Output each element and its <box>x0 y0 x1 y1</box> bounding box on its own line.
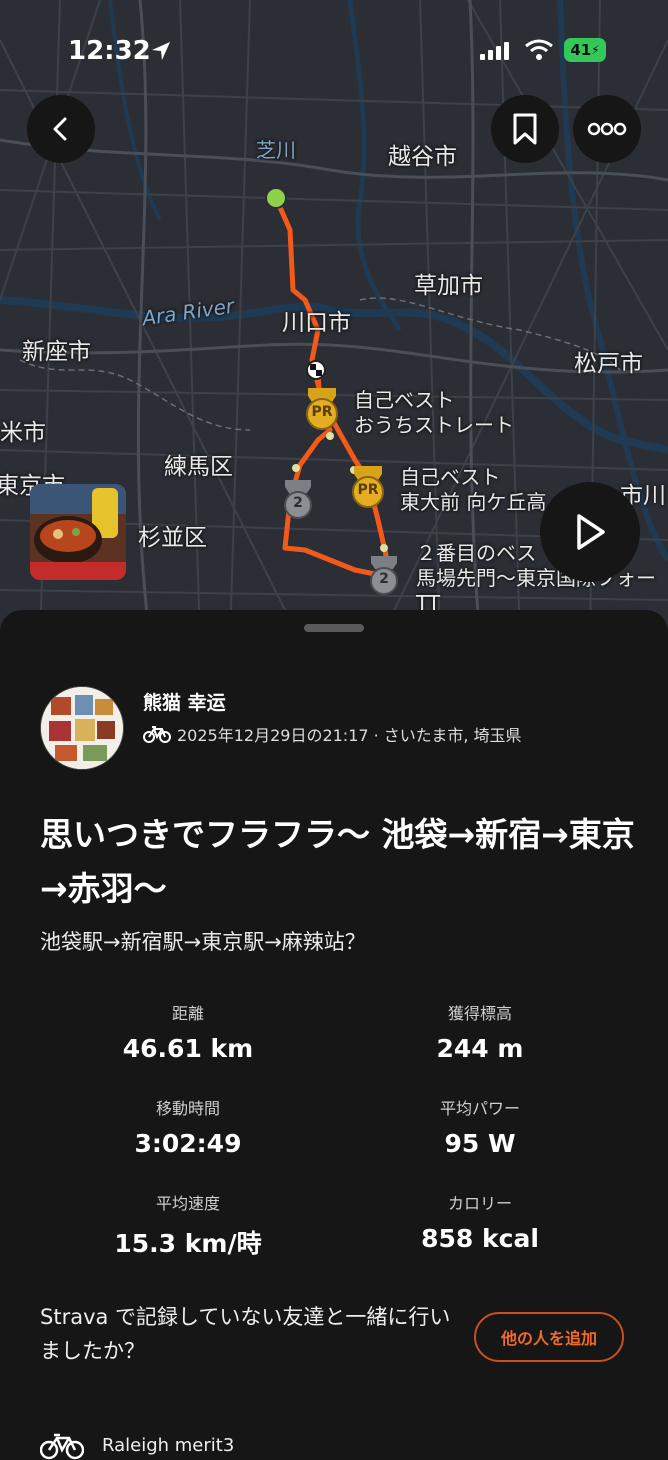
battery-indicator: 41 ⚡ <box>564 38 606 62</box>
activity-description: 池袋駅→新宿駅→東京駅→麻辣站？ <box>40 930 366 954</box>
stat-distance: 距離 46.61 km <box>38 1000 338 1063</box>
wifi-icon <box>525 39 553 60</box>
map-label-suginami: 杉並区 <box>138 525 207 551</box>
stat-value: 3:02:49 <box>134 1129 242 1158</box>
stat-value: 244 m <box>436 1034 524 1063</box>
map-label-kome: 米市 <box>0 420 46 446</box>
map-label-niiza: 新座市 <box>22 339 91 365</box>
start-marker <box>265 187 287 209</box>
pr-segment-2-label: 自己ベスト 東大前 向ケ丘高 <box>400 465 547 514</box>
friend-prompt: Strava で記録していない友達と一緒に行いましたか？ <box>40 1305 451 1363</box>
location-arrow-icon <box>152 42 170 60</box>
bookmark-icon <box>513 113 537 145</box>
activity-photo-thumbnail[interactable] <box>30 484 126 580</box>
map-label-kawaguchi: 川口市 <box>282 310 351 336</box>
stat-label: 獲得標高 <box>447 1004 512 1023</box>
bike-icon <box>143 726 171 743</box>
stat-label: 距離 <box>171 1004 204 1023</box>
sheet-drag-handle[interactable] <box>304 624 364 632</box>
play-icon <box>577 514 605 550</box>
stat-moving-time: 移動時間 3:02:49 <box>38 1095 338 1158</box>
bike-icon <box>40 1433 84 1460</box>
pr-segment-1-label: 自己ベスト おうちストレート <box>354 388 514 437</box>
stat-value: 95 W <box>444 1129 516 1158</box>
map-label-shiba: 芝川 <box>256 138 296 162</box>
stat-avg-speed: 平均速度 15.3 km/時 <box>38 1190 338 1260</box>
back-button[interactable] <box>27 95 95 163</box>
pr-badge-1[interactable]: PR <box>302 386 342 434</box>
stat-value: 858 kcal <box>421 1224 539 1253</box>
stat-label: 平均速度 <box>155 1194 220 1213</box>
athlete-avatar[interactable] <box>40 686 124 770</box>
status-bar: 12:32 41 ⚡ <box>0 30 668 70</box>
stat-elevation: 獲得標高 244 m <box>330 1000 630 1063</box>
add-people-button[interactable]: 他の人を追加 <box>474 1312 624 1362</box>
play-flyover-button[interactable] <box>540 482 640 582</box>
second-badge-1[interactable]: 2 <box>280 478 316 524</box>
map-label-matsudo: 松戸市 <box>574 351 643 377</box>
activity-details-sheet: 熊猫 幸运 2025年12月29日の21:17 · さいたま市, 埼玉県 思いつ… <box>0 610 668 1460</box>
stat-value: 15.3 km/時 <box>114 1229 262 1258</box>
map-label-koshigaya: 越谷市 <box>388 144 457 170</box>
bookmark-button[interactable] <box>491 95 559 163</box>
stat-avg-power: 平均パワー 95 W <box>330 1095 630 1158</box>
map-label-soka: 草加市 <box>414 273 483 299</box>
status-time: 12:32 <box>68 36 151 66</box>
more-options-button[interactable] <box>573 95 641 163</box>
second-badge-2[interactable]: 2 <box>366 554 402 600</box>
stat-value: 46.61 km <box>122 1034 254 1063</box>
chevron-left-icon <box>53 117 67 141</box>
gear-row[interactable]: Raleigh merit3 <box>40 1430 234 1460</box>
pr-badge-2[interactable]: PR <box>348 464 388 512</box>
stat-label: 平均パワー <box>439 1099 520 1118</box>
stat-calories: カロリー 858 kcal <box>330 1190 630 1253</box>
athlete-name[interactable]: 熊猫 幸运 <box>143 688 226 715</box>
map-label-nerima: 練馬区 <box>164 454 233 480</box>
stat-label: 移動時間 <box>155 1099 220 1118</box>
gear-name: Raleigh merit3 <box>102 1434 235 1456</box>
activity-date-location: 2025年12月29日の21:17 · さいたま市, 埼玉県 <box>177 726 522 745</box>
stat-label: カロリー <box>447 1194 512 1213</box>
activity-title: 思いつきでフラフラ〜 池袋→新宿→東京→赤羽〜 <box>40 815 635 908</box>
more-icon <box>587 122 627 136</box>
cellular-signal-icon <box>480 42 509 60</box>
activity-meta: 2025年12月29日の21:17 · さいたま市, 埼玉県 <box>143 722 522 746</box>
